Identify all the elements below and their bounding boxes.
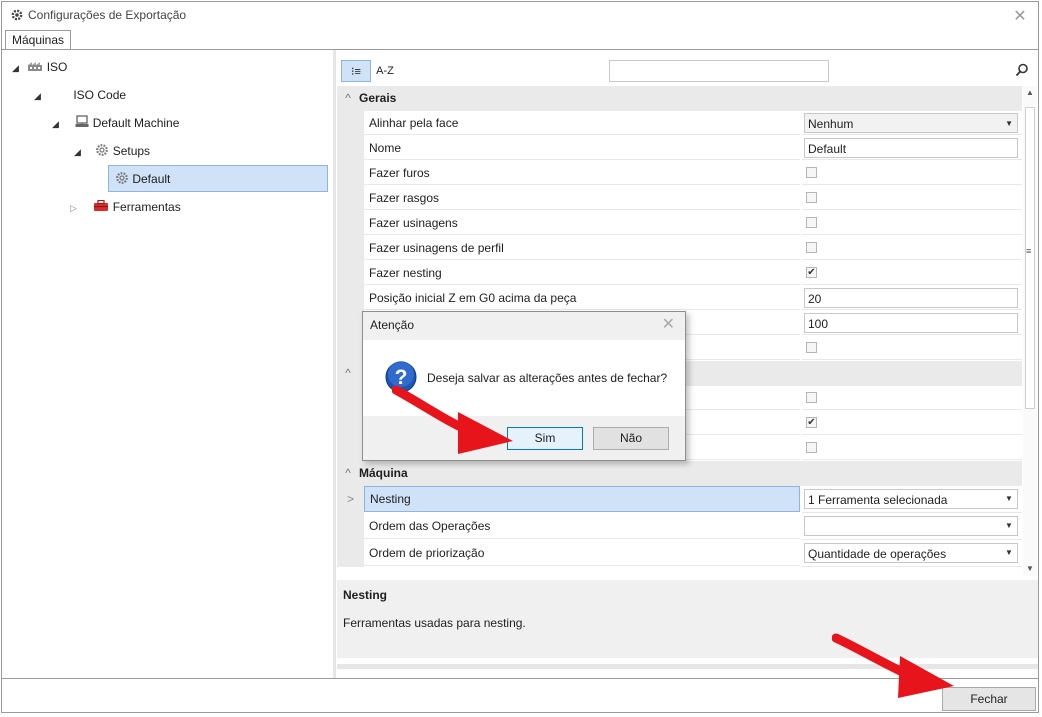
tree-label: Default [132, 172, 171, 186]
collapse-triangle-icon[interactable]: ▷ [70, 197, 90, 219]
annotation-arrow-icon [392, 385, 513, 454]
tree-label: Setups [112, 144, 151, 158]
window-title: Configurações de Exportação [28, 8, 187, 22]
dropdown-arrow-icon[interactable]: ▼ [1005, 114, 1013, 134]
dropdown-arrow-icon[interactable]: ▼ [1000, 516, 1018, 536]
window-close-button[interactable]: ✕ [1012, 6, 1028, 26]
property-row[interactable]: Fazer rasgos [337, 186, 1022, 211]
property-name: Fazer usinagens de perfil [364, 236, 800, 260]
category-maquina[interactable]: ^ Máquina [337, 461, 1022, 486]
dialog-close-button[interactable]: ✕ [662, 314, 675, 334]
setup-gear-icon [96, 144, 109, 156]
category-label: Gerais [359, 91, 397, 105]
descontar-espessura-checkbox[interactable] [806, 442, 817, 453]
tab-maquinas[interactable]: Máquinas [5, 30, 71, 50]
scroll-up-icon[interactable]: ▲ [1026, 88, 1034, 97]
property-row[interactable]: Ordem das Operações ▼ [337, 513, 1022, 540]
dropdown-arrow-icon[interactable]: ▼ [1000, 543, 1018, 563]
property-name: Fazer rasgos [364, 186, 800, 210]
property-row[interactable]: Ordem de priorização Quantidade de opera… [337, 540, 1022, 567]
option-checkbox[interactable] [806, 392, 817, 403]
property-name: Ordem das Operações [364, 513, 800, 539]
tree-label: Ferramentas [112, 200, 181, 214]
value-input[interactable]: 100 [804, 313, 1018, 333]
annotation-arrow-icon [832, 633, 954, 698]
tree-node-ferramentas[interactable]: ▷ Ferramentas [70, 196, 181, 218]
property-row[interactable]: Alinhar pela face Nenhum ▼ [337, 111, 1022, 136]
tree-node-default[interactable]: Default [108, 165, 328, 192]
dropdown-value: Nenhum [808, 117, 854, 131]
tree-node-iso-code[interactable]: ◢ ISO Code [34, 84, 126, 106]
tree-label: ISO Code [73, 88, 127, 102]
nesting-value[interactable]: 1 Ferramenta selecionada [804, 489, 1018, 509]
category-label: Máquina [359, 466, 408, 480]
ordem-operacoes-value[interactable] [804, 516, 1018, 536]
ordem-priorizacao-value[interactable]: Quantidade de operações [804, 543, 1018, 563]
description-title: Nesting [343, 588, 388, 602]
nesting-value-text: 1 Ferramenta selecionada [808, 493, 948, 507]
setup-gear-icon [116, 172, 128, 184]
option-checkbox[interactable]: ✔ [806, 417, 817, 428]
tree-node-setups[interactable]: ◢ Setups [74, 140, 150, 162]
property-row[interactable]: Fazer usinagens [337, 211, 1022, 236]
fazer-nesting-checkbox[interactable]: ✔ [806, 267, 817, 278]
machine-icon [75, 115, 89, 127]
property-name: Posição inicial Z em G0 acima da peça [364, 286, 800, 310]
property-grid-toolbar: ⁝≡ A-Z [337, 58, 1038, 84]
categorized-view-button[interactable]: ⁝≡ [341, 60, 371, 82]
option-checkbox[interactable] [806, 342, 817, 353]
machine-tree: ◢ ISO ◢ ISO Code ◢ Default Machine ◢ Set… [4, 50, 332, 678]
description-text: Ferramentas usadas para nesting. [343, 616, 526, 630]
factory-icon [28, 62, 43, 71]
property-row[interactable]: Fazer nesting ✔ [337, 261, 1022, 286]
tree-label: Default Machine [92, 116, 180, 130]
nao-button[interactable]: Não [593, 427, 669, 450]
scroll-down-icon[interactable]: ▼ [1026, 564, 1034, 573]
property-name: Nome [364, 136, 800, 160]
scroll-grip-icon: ≡ [1026, 246, 1032, 256]
property-row-nesting[interactable]: > Nesting 1 Ferramenta selecionada ▼ [337, 486, 1022, 513]
fazer-rasgos-checkbox[interactable] [806, 192, 817, 203]
search-icon[interactable] [1015, 63, 1029, 77]
fazer-furos-checkbox[interactable] [806, 167, 817, 178]
property-name: Fazer furos [364, 161, 800, 185]
fazer-usinagens-checkbox[interactable] [806, 217, 817, 228]
collapse-chevron-icon[interactable]: ^ [337, 86, 359, 111]
grid-scrollbar-thumb[interactable] [1025, 107, 1035, 409]
expand-triangle-icon[interactable]: ◢ [52, 113, 72, 135]
alphabetical-view-button[interactable]: A-Z [373, 60, 397, 82]
tree-node-default-machine[interactable]: ◢ Default Machine [52, 112, 179, 134]
property-row[interactable]: Fazer usinagens de perfil [337, 236, 1022, 261]
title-bar: Configurações de Exportação ✕ [2, 2, 1038, 30]
fazer-usinagens-perfil-checkbox[interactable] [806, 242, 817, 253]
property-name: Alinhar pela face [364, 111, 800, 135]
nome-input[interactable]: Default [804, 138, 1018, 158]
property-row[interactable]: Nome Default [337, 136, 1022, 161]
collapse-chevron-icon[interactable]: ^ [337, 461, 359, 486]
property-search-input[interactable] [609, 60, 829, 82]
dropdown-arrow-icon[interactable]: ▼ [1000, 489, 1018, 509]
property-row[interactable]: Posição inicial Z em G0 acima da peça 20 [337, 286, 1022, 311]
expand-chevron-icon[interactable]: > [337, 486, 364, 513]
property-row[interactable]: Fazer furos [337, 161, 1022, 186]
sim-button[interactable]: Sim [507, 427, 583, 450]
property-name: Ordem de priorização [364, 540, 800, 566]
expand-triangle-icon[interactable]: ◢ [74, 141, 92, 163]
property-name: Fazer nesting [364, 261, 800, 285]
posicao-z-input[interactable]: 20 [804, 288, 1018, 308]
tree-label: ISO [46, 60, 68, 74]
dialog-title: Atenção [370, 318, 415, 332]
gear-icon [11, 9, 23, 21]
toolbox-icon [94, 199, 109, 211]
pane-splitter[interactable] [333, 50, 336, 678]
category-gerais[interactable]: ^ Gerais [337, 86, 1022, 111]
property-name: Fazer usinagens [364, 211, 800, 235]
tree-node-iso[interactable]: ◢ ISO [12, 56, 67, 78]
collapse-chevron-icon[interactable]: ^ [337, 361, 359, 386]
property-name: Nesting [364, 486, 800, 512]
alinhar-dropdown[interactable]: Nenhum ▼ [804, 113, 1018, 133]
expand-triangle-icon[interactable]: ◢ [12, 57, 24, 79]
expand-triangle-icon[interactable]: ◢ [34, 85, 70, 107]
